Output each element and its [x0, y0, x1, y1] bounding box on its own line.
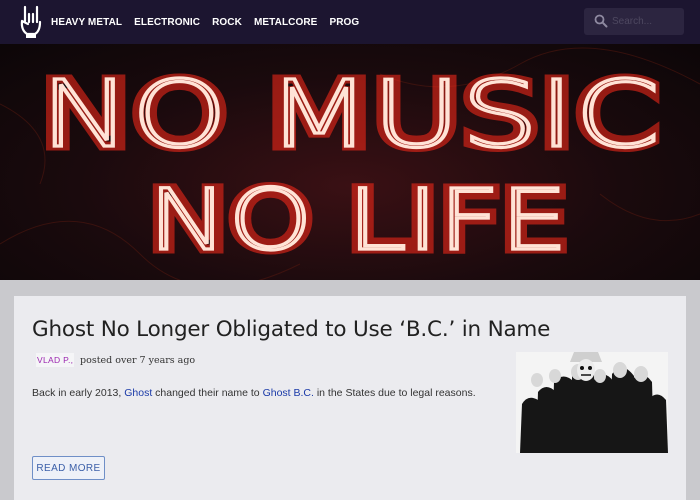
- hero-banner: NO MUSIC NO MUSIC NO LIFE NO LIFE: [0, 44, 700, 280]
- nav-item-electronic[interactable]: ELECTRONIC: [134, 17, 200, 28]
- ghost-link[interactable]: Ghost: [124, 387, 152, 399]
- rock-hand-icon[interactable]: [18, 4, 44, 40]
- ghost-bc-link[interactable]: Ghost B.C.: [263, 387, 314, 399]
- post-meta: VLAD P., posted over 7 years ago: [36, 353, 195, 367]
- search-icon: [594, 14, 608, 28]
- nav-item-metalcore[interactable]: METALCORE: [254, 17, 318, 28]
- excerpt-text: changed their name to: [152, 387, 263, 399]
- neon-line-2: NO LIFE: [148, 171, 568, 269]
- post-thumbnail[interactable]: [516, 352, 668, 453]
- nav-menu: HEAVY METAL ELECTRONIC ROCK METALCORE PR…: [51, 0, 371, 44]
- neon-sign: NO MUSIC NO MUSIC NO LIFE NO LIFE: [0, 47, 700, 280]
- post-title[interactable]: Ghost No Longer Obligated to Use ‘B.C.’ …: [32, 317, 550, 342]
- excerpt-text: Back in early 2013,: [32, 387, 125, 399]
- search-input[interactable]: [612, 12, 678, 31]
- excerpt-text: in the States due to legal reasons.: [313, 387, 476, 399]
- neon-line-1: NO MUSIC: [40, 61, 660, 168]
- post-date: posted over 7 years ago: [80, 355, 196, 366]
- top-navbar: HEAVY METAL ELECTRONIC ROCK METALCORE PR…: [0, 0, 700, 44]
- nav-item-rock[interactable]: ROCK: [212, 17, 242, 28]
- post-card: Ghost No Longer Obligated to Use ‘B.C.’ …: [14, 296, 686, 500]
- post-excerpt: Back in early 2013, Ghost changed their …: [32, 387, 476, 399]
- search-box[interactable]: [584, 8, 684, 35]
- author-name[interactable]: VLAD P.,: [36, 353, 75, 367]
- nav-item-prog[interactable]: PROG: [329, 17, 359, 28]
- nav-item-heavy-metal[interactable]: HEAVY METAL: [51, 17, 122, 28]
- read-more-button[interactable]: READ MORE: [32, 456, 105, 480]
